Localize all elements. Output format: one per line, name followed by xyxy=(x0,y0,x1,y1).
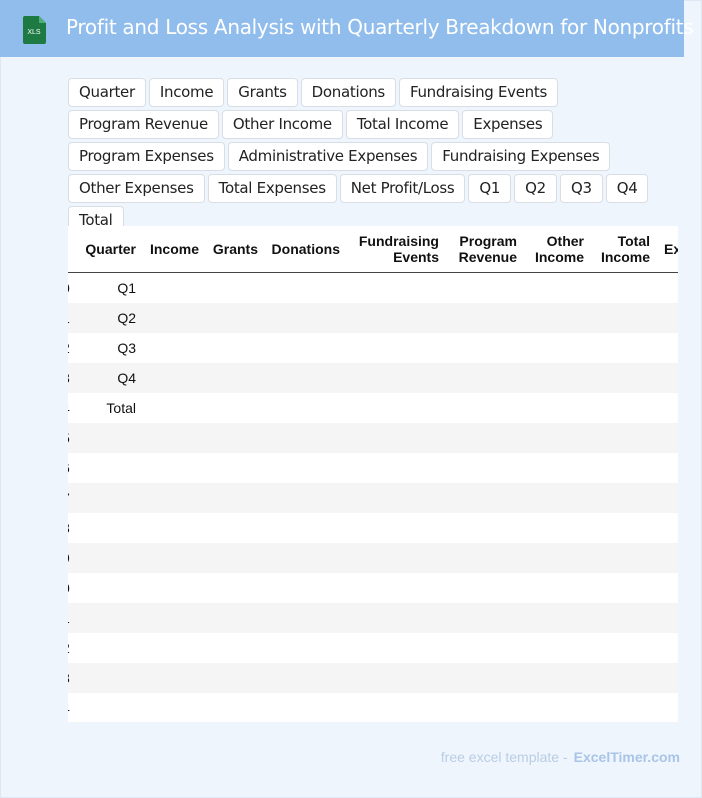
tag-button[interactable]: Income xyxy=(148,78,225,107)
tag-button[interactable]: Program Expenses xyxy=(68,142,225,171)
footer-credit: free excel template - ExcelTimer.com xyxy=(441,749,680,765)
tag-button[interactable]: Other Expenses xyxy=(68,174,205,203)
column-header-line: Revenue xyxy=(458,249,517,265)
tag-button[interactable]: Q2 xyxy=(514,174,557,203)
row-index: 4 xyxy=(68,700,70,716)
table-row: 9 xyxy=(68,543,678,573)
column-header: Grants xyxy=(199,226,258,272)
row-index: 0 xyxy=(68,580,70,596)
tag-button[interactable]: Grants xyxy=(227,78,298,107)
quarter-cell: Q4 xyxy=(117,370,136,386)
column-header-line: Donations xyxy=(271,241,340,257)
tag-button[interactable]: Q4 xyxy=(605,174,649,203)
row-index: 2 xyxy=(68,640,70,656)
table-row: 4Total xyxy=(68,393,678,423)
table-row: 3Q4 xyxy=(68,363,678,393)
column-header: Ex xyxy=(650,226,678,272)
column-header-line: Income xyxy=(534,249,584,265)
footer-prefix: free excel template - xyxy=(440,749,568,765)
row-index: 6 xyxy=(68,460,70,476)
tag-button[interactable]: Expenses xyxy=(462,110,554,139)
quarter-cell: Q1 xyxy=(117,280,136,296)
tag-button[interactable]: Q3 xyxy=(559,174,603,203)
tag-button[interactable]: Donations xyxy=(300,78,396,107)
row-index: 5 xyxy=(68,430,70,446)
title-bar: XLS Profit and Loss Analysis with Quarte… xyxy=(0,0,694,57)
table-row: 4 xyxy=(68,693,678,722)
quarter-cell: Q2 xyxy=(117,310,136,326)
tag-button[interactable]: Total Income xyxy=(345,110,460,139)
table-row: 8 xyxy=(68,513,678,543)
tag-button[interactable]: Q1 xyxy=(468,174,512,203)
table-row: 3 xyxy=(68,663,678,693)
excel-file-icon: XLS xyxy=(23,16,46,44)
icon-label: XLS xyxy=(27,29,41,36)
column-header: Quarter xyxy=(68,226,136,272)
footer-brand-link[interactable]: ExcelTimer.com xyxy=(574,749,680,765)
table-header-row: Quarter Income Grants Donations Fundraising E… xyxy=(68,226,678,273)
column-header-line: Quarter xyxy=(85,241,136,257)
table-row: 1Q2 xyxy=(68,303,678,333)
column-header: Total Income xyxy=(584,226,650,272)
column-header-line: Other xyxy=(546,233,584,249)
column-header-line: Income xyxy=(600,249,650,265)
table-row: 0 xyxy=(68,573,678,603)
column-header: Program Revenue xyxy=(439,226,517,272)
table-row: 7 xyxy=(68,483,678,513)
quarter-cell: Q3 xyxy=(117,340,136,356)
table-row: 2Q3 xyxy=(68,333,678,363)
spreadsheet-preview: Quarter Income Grants Donations Fundraising E… xyxy=(68,226,678,722)
tag-button[interactable]: Fundraising Expenses xyxy=(431,142,611,171)
table-row: 0Q1 xyxy=(68,273,678,303)
tag-button[interactable]: Program Revenue xyxy=(68,110,219,139)
tag-button[interactable]: Net Profit/Loss xyxy=(339,174,466,203)
page-title: Profit and Loss Analysis with Quarterly … xyxy=(66,15,694,39)
row-index: 1 xyxy=(68,610,70,626)
column-header-line: Ex xyxy=(664,241,678,257)
table-row: 6 xyxy=(68,453,678,483)
keyword-tags: Quarter Income Grants Donations Fundraising … xyxy=(68,78,680,235)
tag-button[interactable]: Other Income xyxy=(221,110,343,139)
tag-button[interactable]: Total Expenses xyxy=(207,174,337,203)
column-header-line: Events xyxy=(393,249,439,265)
column-header-line: Fundraising xyxy=(358,233,439,249)
column-header-line: Grants xyxy=(212,241,258,257)
table-row: 2 xyxy=(68,633,678,663)
column-header-line: Income xyxy=(149,241,199,257)
row-index: 3 xyxy=(68,670,70,686)
row-index: 7 xyxy=(68,490,70,506)
row-index: 9 xyxy=(68,550,70,566)
column-header-line: Program xyxy=(459,233,517,249)
table-row: 5 xyxy=(68,423,678,453)
column-header-line: Total xyxy=(617,233,650,249)
tag-button[interactable]: Administrative Expenses xyxy=(227,142,429,171)
tag-button[interactable]: Fundraising Events xyxy=(398,78,558,107)
row-index: 8 xyxy=(68,520,70,536)
table-row: 1 xyxy=(68,603,678,633)
column-header: Fundraising Events xyxy=(340,226,439,272)
quarter-cell: Total xyxy=(106,400,136,416)
tag-button[interactable]: Quarter xyxy=(68,78,146,107)
column-header: Donations xyxy=(258,226,340,272)
column-header: Other Income xyxy=(517,226,584,272)
column-header: Income xyxy=(136,226,199,272)
